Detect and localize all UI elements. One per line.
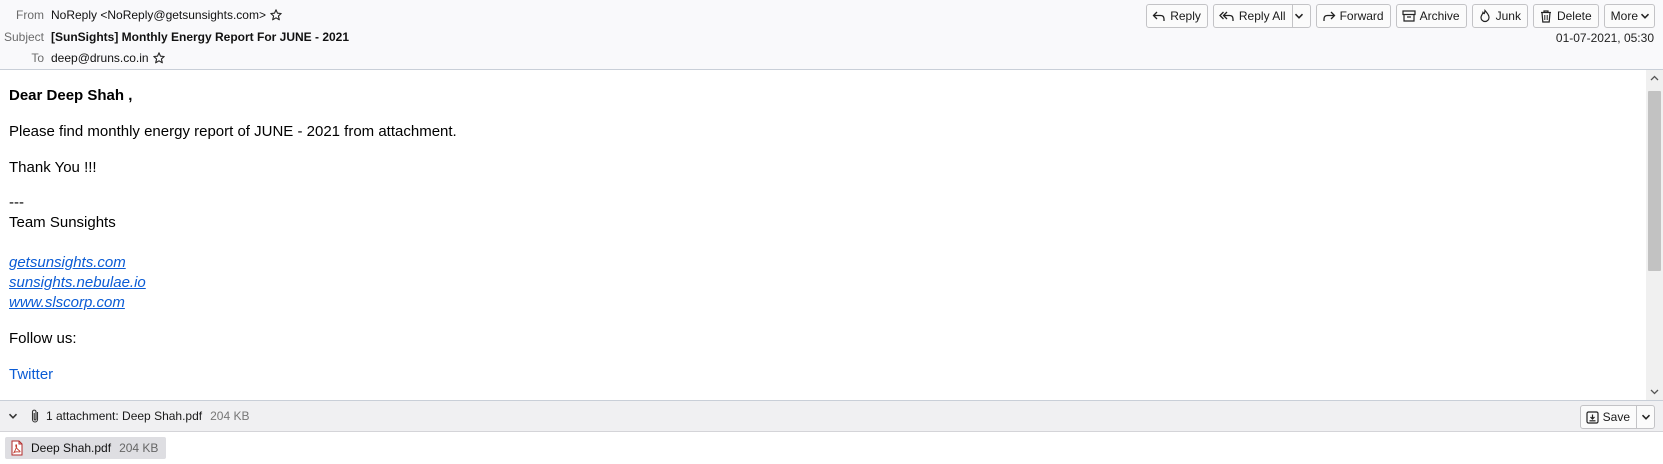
- thanks-line: Thank You !!!: [9, 159, 97, 176]
- subject-label: Subject: [3, 30, 44, 44]
- trash-icon: [1540, 10, 1551, 23]
- junk-button[interactable]: Junk: [1471, 4, 1528, 28]
- more-button[interactable]: More: [1603, 4, 1655, 28]
- vertical-scrollbar[interactable]: [1646, 70, 1663, 400]
- reply-all-label: Reply All: [1238, 9, 1286, 23]
- chevron-down-icon: [1650, 389, 1659, 395]
- forward-icon: [1322, 11, 1335, 21]
- signature-team: Team Sunsights: [9, 214, 116, 231]
- from-row: From NoReply <NoReply@getsunsights.com>: [0, 5, 282, 25]
- signature-separator: ---: [9, 194, 24, 211]
- forward-label: Forward: [1339, 9, 1384, 23]
- chevron-down-icon: [1640, 13, 1650, 19]
- save-icon: [1586, 410, 1599, 424]
- greeting: Dear Deep Shah ,: [9, 87, 133, 104]
- message-body: Dear Deep Shah , Please find monthly ene…: [0, 70, 1663, 400]
- reply-all-main[interactable]: Reply All: [1214, 5, 1292, 27]
- junk-icon: [1480, 9, 1490, 23]
- chevron-up-icon: [1650, 75, 1659, 81]
- attachment-list: Deep Shah.pdf 204 KB: [0, 432, 1663, 464]
- reply-all-icon: [1218, 11, 1234, 21]
- attachment-bar: 1 attachment: Deep Shah.pdf 204 KB Save: [0, 400, 1663, 432]
- attachment-item[interactable]: Deep Shah.pdf 204 KB: [5, 437, 167, 459]
- to-row: To deep@druns.co.in: [0, 48, 165, 68]
- forward-button[interactable]: Forward: [1315, 4, 1391, 28]
- scroll-down-arrow[interactable]: [1646, 383, 1663, 400]
- archive-label: Archive: [1419, 9, 1460, 23]
- pdf-file-icon: [9, 440, 25, 456]
- from-address[interactable]: NoReply <NoReply@getsunsights.com>: [51, 8, 266, 22]
- attachment-summary-size: 204 KB: [210, 409, 250, 423]
- scroll-up-arrow[interactable]: [1646, 70, 1663, 87]
- paperclip-icon: [30, 408, 40, 424]
- archive-button[interactable]: Archive: [1395, 4, 1467, 28]
- message-content: Dear Deep Shah , Please find monthly ene…: [9, 86, 457, 385]
- reply-label: Reply: [1170, 9, 1201, 23]
- delete-button[interactable]: Delete: [1532, 4, 1599, 28]
- attachment-name: Deep Shah.pdf: [31, 441, 112, 455]
- link-slscorp[interactable]: www.slscorp.com: [9, 293, 457, 313]
- message-toolbar: Reply Reply All Forward Archive Junk Del…: [1146, 4, 1655, 28]
- delete-label: Delete: [1556, 9, 1592, 23]
- to-address[interactable]: deep@druns.co.in: [51, 51, 149, 65]
- chevron-down-icon: [1295, 13, 1304, 19]
- save-dropdown[interactable]: [1636, 406, 1654, 428]
- archive-icon: [1401, 10, 1416, 22]
- link-sunsights-nebulae[interactable]: sunsights.nebulae.io: [9, 273, 457, 293]
- follow-us: Follow us:: [9, 330, 77, 347]
- link-twitter[interactable]: Twitter: [9, 365, 457, 385]
- message-date: 01-07-2021, 05:30: [1555, 31, 1654, 45]
- save-label: Save: [1602, 410, 1630, 424]
- attachment-toggle[interactable]: [0, 411, 26, 421]
- star-icon[interactable]: [270, 9, 282, 21]
- reply-all-button[interactable]: Reply All: [1212, 4, 1311, 28]
- more-label: More: [1610, 9, 1638, 23]
- junk-label: Junk: [1495, 9, 1521, 23]
- chevron-down-icon: [8, 413, 18, 419]
- reply-button[interactable]: Reply: [1146, 4, 1208, 28]
- save-main[interactable]: Save: [1581, 406, 1636, 428]
- link-getsunsights[interactable]: getsunsights.com: [9, 253, 457, 273]
- attachment-size: 204 KB: [119, 441, 159, 455]
- body-line: Please find monthly energy report of JUN…: [9, 123, 457, 140]
- message-header: From NoReply <NoReply@getsunsights.com> …: [0, 0, 1663, 70]
- save-attachment-button[interactable]: Save: [1579, 405, 1655, 429]
- chevron-down-icon: [1641, 414, 1650, 420]
- scroll-thumb[interactable]: [1648, 91, 1661, 271]
- from-label: From: [16, 8, 44, 22]
- reply-icon: [1152, 11, 1165, 21]
- reply-all-dropdown[interactable]: [1291, 5, 1310, 27]
- subject-text: [SunSights] Monthly Energy Report For JU…: [51, 30, 350, 44]
- star-icon[interactable]: [152, 52, 165, 64]
- attachment-summary[interactable]: 1 attachment: Deep Shah.pdf: [46, 409, 202, 423]
- to-label: To: [31, 51, 44, 65]
- subject-row: Subject [SunSights] Monthly Energy Repor…: [0, 27, 349, 47]
